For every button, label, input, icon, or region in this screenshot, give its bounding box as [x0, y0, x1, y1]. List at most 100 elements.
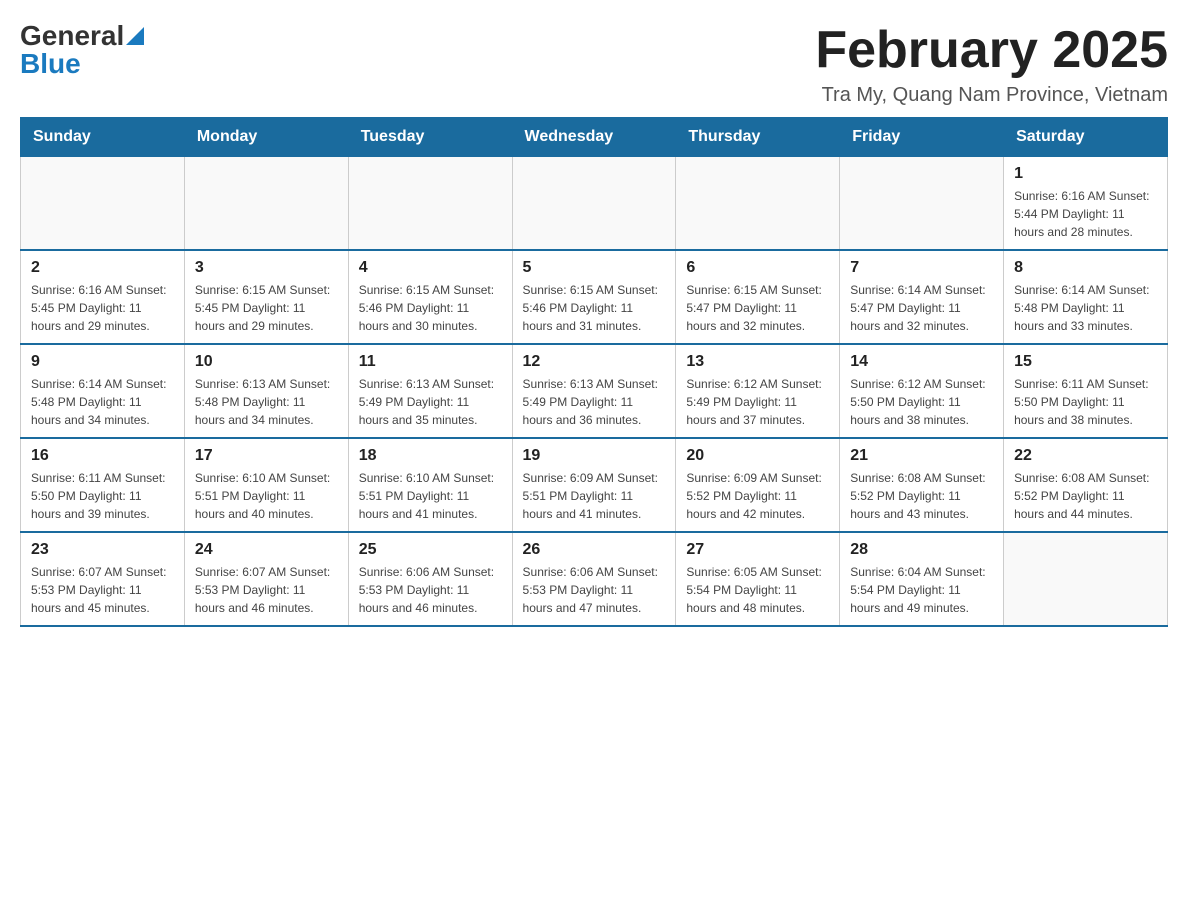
calendar-cell	[184, 157, 348, 251]
day-number: 17	[195, 447, 338, 465]
day-number: 26	[523, 541, 666, 559]
calendar-cell: 21 Sunrise: 6:08 AM Sunset: 5:52 PM Dayli…	[840, 438, 1004, 532]
calendar-week-4: 16 Sunrise: 6:11 AM Sunset: 5:50 PM Dayli…	[21, 438, 1168, 532]
day-info: Sunrise: 6:06 AM Sunset: 5:53 PM Dayligh…	[359, 563, 502, 617]
calendar-cell: 14 Sunrise: 6:12 AM Sunset: 5:50 PM Dayli…	[840, 344, 1004, 438]
calendar-cell: 25 Sunrise: 6:06 AM Sunset: 5:53 PM Dayli…	[348, 532, 512, 626]
logo: General Blue	[20, 20, 144, 80]
day-number: 18	[359, 447, 502, 465]
day-number: 25	[359, 541, 502, 559]
calendar-week-1: 1 Sunrise: 6:16 AM Sunset: 5:44 PM Daylig…	[21, 157, 1168, 251]
day-number: 20	[686, 447, 829, 465]
calendar-cell: 22 Sunrise: 6:08 AM Sunset: 5:52 PM Dayli…	[1004, 438, 1168, 532]
calendar-cell: 3 Sunrise: 6:15 AM Sunset: 5:45 PM Daylig…	[184, 250, 348, 344]
calendar-week-5: 23 Sunrise: 6:07 AM Sunset: 5:53 PM Dayli…	[21, 532, 1168, 626]
calendar-cell: 1 Sunrise: 6:16 AM Sunset: 5:44 PM Daylig…	[1004, 157, 1168, 251]
calendar-cell: 12Sunrise: 6:13 AM Sunset: 5:49 PM Dayli…	[512, 344, 676, 438]
calendar-cell: 11 Sunrise: 6:13 AM Sunset: 5:49 PM Dayli…	[348, 344, 512, 438]
calendar-body: 1 Sunrise: 6:16 AM Sunset: 5:44 PM Daylig…	[21, 157, 1168, 627]
day-number: 22	[1014, 447, 1157, 465]
day-info: Sunrise: 6:06 AM Sunset: 5:53 PM Dayligh…	[523, 563, 666, 617]
day-number: 7	[850, 259, 993, 277]
calendar-header: SundayMondayTuesdayWednesdayThursdayFrid…	[21, 118, 1168, 157]
calendar-cell: 26 Sunrise: 6:06 AM Sunset: 5:53 PM Dayli…	[512, 532, 676, 626]
weekday-header-sunday: Sunday	[21, 118, 185, 157]
day-number: 4	[359, 259, 502, 277]
day-number: 10	[195, 353, 338, 371]
day-info: Sunrise: 6:08 AM Sunset: 5:52 PM Dayligh…	[850, 469, 993, 523]
calendar-cell: 17 Sunrise: 6:10 AM Sunset: 5:51 PM Dayli…	[184, 438, 348, 532]
day-info: Sunrise: 6:07 AM Sunset: 5:53 PM Dayligh…	[31, 563, 174, 617]
day-number: 6	[686, 259, 829, 277]
calendar-cell: 19 Sunrise: 6:09 AM Sunset: 5:51 PM Dayli…	[512, 438, 676, 532]
calendar-cell: 16 Sunrise: 6:11 AM Sunset: 5:50 PM Dayli…	[21, 438, 185, 532]
day-info: Sunrise: 6:12 AM Sunset: 5:50 PM Dayligh…	[850, 375, 993, 429]
calendar-cell: 24 Sunrise: 6:07 AM Sunset: 5:53 PM Dayli…	[184, 532, 348, 626]
day-number: 24	[195, 541, 338, 559]
calendar-cell	[512, 157, 676, 251]
calendar-cell	[840, 157, 1004, 251]
day-info: Sunrise: 6:07 AM Sunset: 5:53 PM Dayligh…	[195, 563, 338, 617]
calendar-cell: 20Sunrise: 6:09 AM Sunset: 5:52 PM Dayli…	[676, 438, 840, 532]
calendar-cell	[1004, 532, 1168, 626]
day-number: 23	[31, 541, 174, 559]
calendar-cell: 6 Sunrise: 6:15 AM Sunset: 5:47 PM Daylig…	[676, 250, 840, 344]
day-number: 9	[31, 353, 174, 371]
day-info: Sunrise: 6:16 AM Sunset: 5:44 PM Dayligh…	[1014, 187, 1157, 241]
calendar-cell: 7 Sunrise: 6:14 AM Sunset: 5:47 PM Daylig…	[840, 250, 1004, 344]
day-info: Sunrise: 6:05 AM Sunset: 5:54 PM Dayligh…	[686, 563, 829, 617]
day-number: 13	[686, 353, 829, 371]
weekday-header-thursday: Thursday	[676, 118, 840, 157]
calendar-cell: 13Sunrise: 6:12 AM Sunset: 5:49 PM Dayli…	[676, 344, 840, 438]
day-number: 14	[850, 353, 993, 371]
logo-blue-text: Blue	[20, 48, 81, 79]
calendar-cell: 4Sunrise: 6:15 AM Sunset: 5:46 PM Daylig…	[348, 250, 512, 344]
page-subtitle: Tra My, Quang Nam Province, Vietnam	[815, 84, 1168, 107]
day-info: Sunrise: 6:15 AM Sunset: 5:45 PM Dayligh…	[195, 281, 338, 335]
calendar-cell: 5Sunrise: 6:15 AM Sunset: 5:46 PM Daylig…	[512, 250, 676, 344]
day-number: 12	[523, 353, 666, 371]
calendar-table: SundayMondayTuesdayWednesdayThursdayFrid…	[20, 117, 1168, 627]
day-number: 11	[359, 353, 502, 371]
logo-triangle-icon	[126, 27, 144, 45]
day-info: Sunrise: 6:13 AM Sunset: 5:48 PM Dayligh…	[195, 375, 338, 429]
day-number: 27	[686, 541, 829, 559]
weekday-header-wednesday: Wednesday	[512, 118, 676, 157]
day-number: 15	[1014, 353, 1157, 371]
day-info: Sunrise: 6:04 AM Sunset: 5:54 PM Dayligh…	[850, 563, 993, 617]
title-section: February 2025 Tra My, Quang Nam Province…	[815, 20, 1168, 107]
calendar-cell: 2 Sunrise: 6:16 AM Sunset: 5:45 PM Daylig…	[21, 250, 185, 344]
day-info: Sunrise: 6:10 AM Sunset: 5:51 PM Dayligh…	[359, 469, 502, 523]
day-info: Sunrise: 6:11 AM Sunset: 5:50 PM Dayligh…	[31, 469, 174, 523]
day-info: Sunrise: 6:14 AM Sunset: 5:47 PM Dayligh…	[850, 281, 993, 335]
day-number: 1	[1014, 165, 1157, 183]
calendar-cell: 27 Sunrise: 6:05 AM Sunset: 5:54 PM Dayli…	[676, 532, 840, 626]
weekday-header-saturday: Saturday	[1004, 118, 1168, 157]
day-number: 28	[850, 541, 993, 559]
day-info: Sunrise: 6:10 AM Sunset: 5:51 PM Dayligh…	[195, 469, 338, 523]
day-info: Sunrise: 6:11 AM Sunset: 5:50 PM Dayligh…	[1014, 375, 1157, 429]
calendar-cell: 18 Sunrise: 6:10 AM Sunset: 5:51 PM Dayli…	[348, 438, 512, 532]
day-info: Sunrise: 6:16 AM Sunset: 5:45 PM Dayligh…	[31, 281, 174, 335]
day-number: 3	[195, 259, 338, 277]
page-title: February 2025	[815, 20, 1168, 80]
weekday-header-friday: Friday	[840, 118, 1004, 157]
calendar-cell: 15 Sunrise: 6:11 AM Sunset: 5:50 PM Dayli…	[1004, 344, 1168, 438]
day-info: Sunrise: 6:15 AM Sunset: 5:47 PM Dayligh…	[686, 281, 829, 335]
calendar-cell: 8Sunrise: 6:14 AM Sunset: 5:48 PM Daylig…	[1004, 250, 1168, 344]
day-number: 16	[31, 447, 174, 465]
day-info: Sunrise: 6:13 AM Sunset: 5:49 PM Dayligh…	[359, 375, 502, 429]
calendar-cell	[21, 157, 185, 251]
day-info: Sunrise: 6:15 AM Sunset: 5:46 PM Dayligh…	[523, 281, 666, 335]
calendar-cell	[676, 157, 840, 251]
page-header: General Blue February 2025 Tra My, Quang…	[20, 20, 1168, 107]
calendar-week-3: 9Sunrise: 6:14 AM Sunset: 5:48 PM Daylig…	[21, 344, 1168, 438]
day-info: Sunrise: 6:09 AM Sunset: 5:51 PM Dayligh…	[523, 469, 666, 523]
day-number: 19	[523, 447, 666, 465]
weekday-header-monday: Monday	[184, 118, 348, 157]
day-number: 2	[31, 259, 174, 277]
calendar-cell: 23 Sunrise: 6:07 AM Sunset: 5:53 PM Dayli…	[21, 532, 185, 626]
day-info: Sunrise: 6:14 AM Sunset: 5:48 PM Dayligh…	[1014, 281, 1157, 335]
day-info: Sunrise: 6:08 AM Sunset: 5:52 PM Dayligh…	[1014, 469, 1157, 523]
day-number: 21	[850, 447, 993, 465]
